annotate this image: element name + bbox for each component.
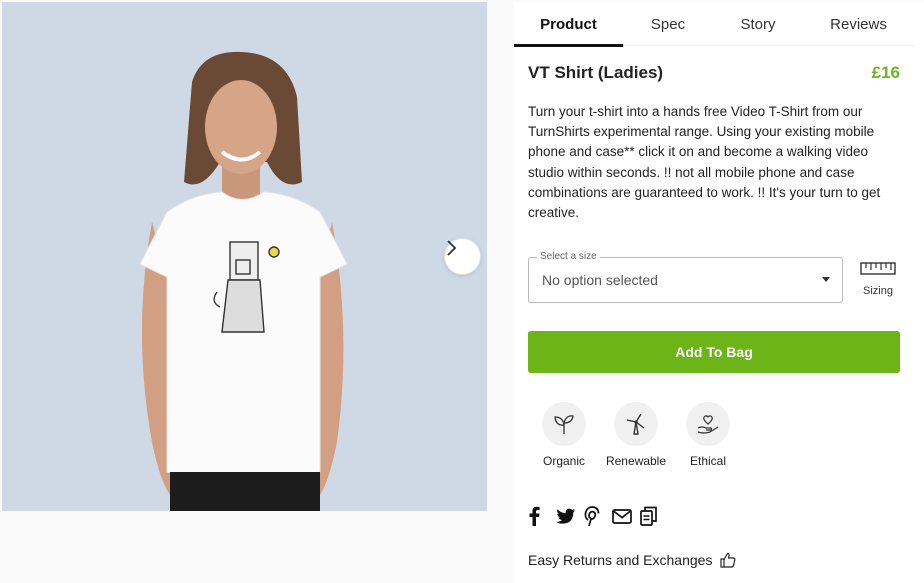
- badge-organic: Organic: [528, 402, 600, 468]
- size-select[interactable]: Select a size No option selected: [528, 251, 843, 303]
- badge-renewable-label: Renewable: [605, 454, 667, 468]
- sprout-icon: [554, 415, 574, 434]
- tab-product[interactable]: Product: [514, 2, 623, 47]
- pinterest-icon[interactable]: [584, 506, 612, 526]
- twitter-icon[interactable]: [556, 506, 584, 526]
- tab-spec[interactable]: Spec: [623, 2, 713, 46]
- facebook-icon[interactable]: [528, 506, 556, 526]
- tab-bar: Product Spec Story Reviews: [514, 2, 914, 47]
- chevron-right-icon: [447, 240, 457, 256]
- badge-ethical-label: Ethical: [689, 454, 727, 468]
- next-image-button[interactable]: [444, 238, 481, 275]
- thumbs-up-icon: [720, 552, 736, 568]
- badge-renewable: Renewable: [600, 402, 672, 468]
- heart-hand-icon: [697, 415, 719, 434]
- returns-label: Easy Returns and Exchanges: [528, 552, 713, 568]
- sizing-guide-button[interactable]: Sizing: [858, 260, 898, 297]
- add-to-bag-button[interactable]: Add To Bag: [528, 331, 900, 373]
- model-tshirt-illustration: [139, 51, 348, 511]
- size-select-legend: Select a size: [537, 251, 600, 262]
- tab-reviews[interactable]: Reviews: [803, 2, 914, 46]
- caret-down-icon: [822, 277, 830, 282]
- badge-organic-label: Organic: [542, 454, 586, 468]
- product-description: Turn your t-shirt into a hands free Vide…: [528, 104, 881, 221]
- product-price: £16: [871, 63, 900, 82]
- badge-ethical: Ethical: [672, 402, 744, 468]
- copy-link-icon[interactable]: [640, 506, 668, 526]
- size-select-value: No option selected: [542, 272, 658, 288]
- ruler-icon: [860, 262, 896, 275]
- share-bar: [528, 506, 668, 526]
- wind-turbine-icon: [626, 413, 645, 435]
- tab-story[interactable]: Story: [713, 2, 803, 46]
- sizing-label: Sizing: [863, 285, 893, 297]
- email-icon[interactable]: [612, 506, 640, 526]
- product-title: VT Shirt (Ladies): [528, 63, 664, 82]
- ethics-badges: Organic Renewable Ethical: [528, 402, 744, 468]
- returns-info[interactable]: Easy Returns and Exchanges: [528, 552, 736, 568]
- product-image: [2, 2, 487, 511]
- product-panel: Product Spec Story Reviews VT Shirt (Lad…: [514, 2, 924, 583]
